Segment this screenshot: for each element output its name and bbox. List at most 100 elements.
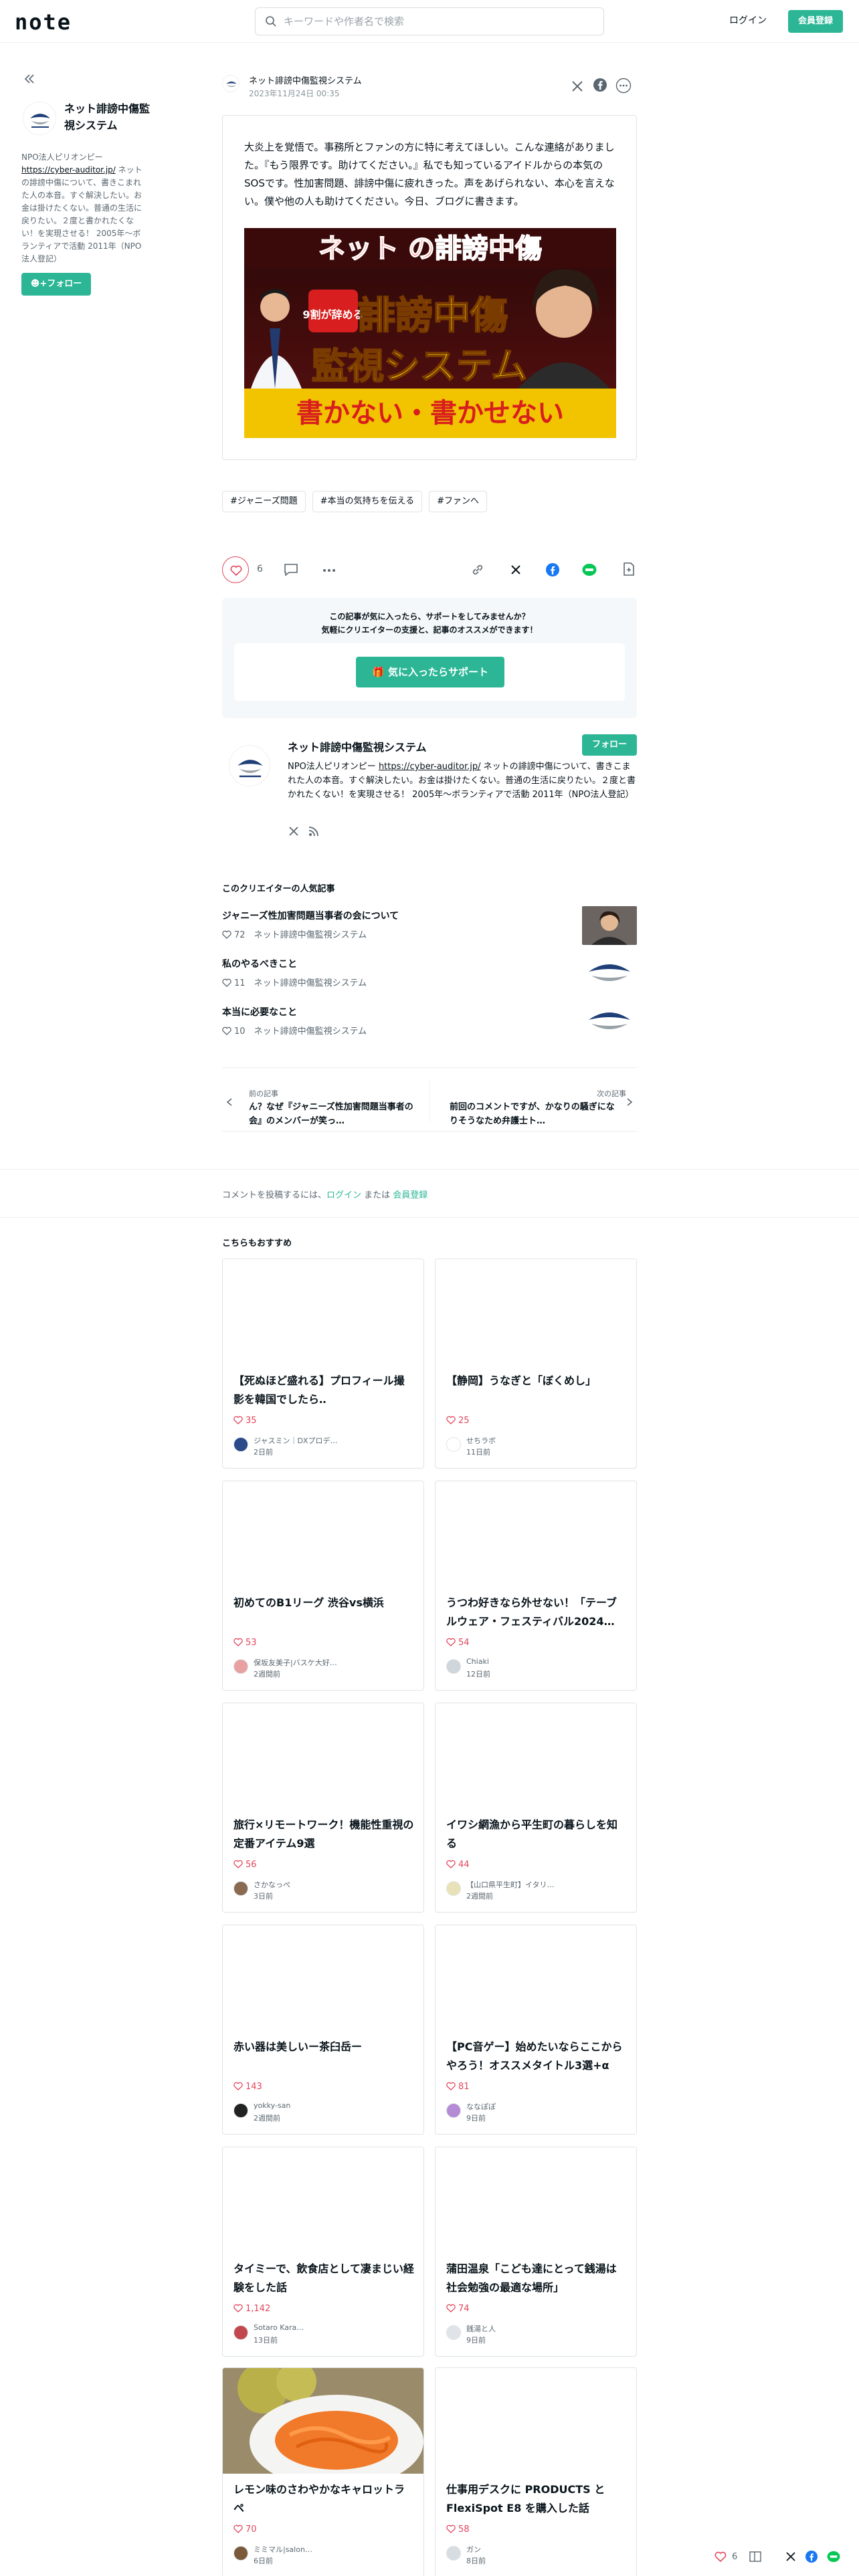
note-logo[interactable]: note (15, 9, 72, 35)
comment-icon[interactable] (284, 563, 298, 576)
like-button[interactable] (222, 556, 249, 583)
popular-item-title[interactable]: ジャニーズ性加害問題当事者の会について (222, 909, 399, 922)
card-title[interactable]: レモン味のさわやかなキャロットラペ (233, 2480, 414, 2518)
popular-item-thumbnail[interactable] (582, 1002, 637, 1041)
card-author[interactable]: さかなっぺ (254, 1879, 290, 1890)
card-image[interactable] (436, 2368, 636, 2474)
facebook-share-icon[interactable] (805, 2551, 818, 2563)
comment-login-link[interactable]: ログイン (326, 1190, 361, 1200)
follow-button[interactable]: ☻+フォロー (21, 273, 91, 296)
x-share-icon[interactable] (570, 79, 585, 94)
recommend-card[interactable]: 【PC音ゲー】始めたいならここからやろう！オススメタイトル3選+α 81 ななぽぽ 9… (435, 1925, 637, 2135)
card-author[interactable]: yokky-san (254, 2101, 290, 2110)
more-dots-icon[interactable] (322, 568, 336, 572)
card-title[interactable]: 仕事用デスクに PRODUCTS と FlexiSpot E8 を購入した話 (446, 2480, 627, 2518)
popular-item-title[interactable]: 本当に必要なこと (222, 1005, 297, 1018)
author-avatar[interactable] (222, 75, 240, 92)
creator-name[interactable]: ネット誹謗中傷監視システム (64, 100, 158, 134)
card-title[interactable]: イワシ網漁から平生町の暮らしを知る (446, 1816, 627, 1853)
next-article-link[interactable]: 前回のコメントですが、かなりの騒ぎになりそうなため弁護士ト… (450, 1100, 615, 1128)
article-author[interactable]: ネット誹謗中傷監視システム (249, 74, 362, 86)
recommend-card[interactable]: レモン味のさわやかなキャロットラペ 70 ミミマル|salon… 6日前 (222, 2367, 424, 2576)
recommend-card[interactable]: 蒲田温泉「こども達にとって銭湯は社会勉強の最適な場所」 74 銭湯と人 9日前 (435, 2147, 637, 2357)
card-author-avatar[interactable] (233, 1881, 248, 1896)
card-title[interactable]: 【死ぬほど盛れる】プロフィール撮影を韓国でしたら‥ (233, 1372, 414, 1409)
card-title[interactable]: 旅行×リモートワーク！機能性重視の定番アイテム9選 (233, 1816, 414, 1853)
card-image[interactable] (223, 1481, 423, 1587)
recommend-card[interactable]: イワシ網漁から平生町の暮らしを知る 44 【山口県平生町】イタリ… 2週間前 (435, 1703, 637, 1913)
recommend-card[interactable]: うつわ好きなら外せない！「テーブルウェア・フェスティバル2024… 54 Chiak… (435, 1481, 637, 1691)
card-author-avatar[interactable] (446, 2546, 461, 2561)
popular-item[interactable]: 本当に必要なこと 10 ネット誹謗中傷監視システム (222, 1002, 637, 1051)
tag-chip[interactable]: #ジャニーズ問題 (222, 491, 306, 512)
card-author[interactable]: Chiaki (466, 1657, 489, 1666)
x-share-icon[interactable] (785, 2551, 796, 2562)
popular-item-title[interactable]: 私のやるべきこと (222, 957, 297, 970)
creator-card-avatar[interactable] (229, 745, 270, 786)
card-image[interactable] (223, 1925, 423, 2031)
card-author-avatar[interactable] (446, 2103, 461, 2118)
creator-avatar[interactable] (23, 102, 56, 135)
card-author[interactable]: 銭湯と人 (466, 2323, 496, 2334)
card-author[interactable]: ガン (466, 2544, 481, 2555)
creator-card-follow-button[interactable]: フォロー (582, 734, 637, 756)
bio-link[interactable]: https://cyber-auditor.jp/ (21, 165, 116, 175)
heart-icon[interactable] (714, 2551, 727, 2562)
line-share-icon[interactable] (582, 563, 597, 576)
facebook-share-icon[interactable] (546, 563, 559, 576)
recommend-card[interactable]: 仕事用デスクに PRODUCTS と FlexiSpot E8 を購入した話 58… (435, 2367, 637, 2576)
card-author-avatar[interactable] (233, 1659, 248, 1674)
recommend-card[interactable]: 赤い器は美しいー茶臼岳ー 143 yokky-san 2週間前 (222, 1925, 424, 2135)
card-author[interactable]: ななぽぽ (466, 2101, 496, 2112)
card-image[interactable] (436, 1703, 636, 1809)
card-title[interactable]: 初めてのB1リーグ 渋谷vs横浜 (233, 1594, 414, 1612)
chevron-right-icon[interactable] (626, 1097, 633, 1107)
card-title[interactable]: タイミーで、飲食店として凄まじい経験をした話 (233, 2260, 414, 2297)
table-of-contents-icon[interactable] (749, 2551, 761, 2562)
card-image[interactable] (436, 1481, 636, 1587)
chevron-left-icon[interactable] (226, 1097, 233, 1107)
x-share-icon[interactable] (510, 564, 522, 576)
card-author-avatar[interactable] (233, 1437, 248, 1452)
card-author-avatar[interactable] (446, 1659, 461, 1674)
card-author[interactable]: 【山口県平生町】イタリ… (466, 1879, 555, 1890)
card-title[interactable]: うつわ好きなら外せない！「テーブルウェア・フェスティバル2024… (446, 1594, 627, 1631)
cc-bio-link[interactable]: https://cyber-auditor.jp/ (379, 762, 481, 772)
card-title[interactable]: 【静岡】うなぎと「ぼくめし」 (446, 1372, 627, 1390)
recommend-card[interactable]: 初めてのB1リーグ 渋谷vs横浜 53 保坂友美子|バスケ大好… 2週間前 (222, 1481, 424, 1691)
card-author[interactable]: せちラボ (466, 1435, 496, 1446)
card-author[interactable]: ジャスミン｜DXプロデ… (254, 1435, 337, 1446)
recommend-card[interactable]: 【死ぬほど盛れる】プロフィール撮影を韓国でしたら‥ 35 ジャスミン｜DXプロデ… 2… (222, 1259, 424, 1469)
card-author-avatar[interactable] (233, 2103, 248, 2118)
popular-item[interactable]: ジャニーズ性加害問題当事者の会について 72 ネット誹謗中傷監視システム (222, 906, 637, 954)
login-link[interactable]: ログイン (729, 13, 767, 27)
rss-icon[interactable] (308, 825, 320, 837)
recommend-card[interactable]: 【静岡】うなぎと「ぼくめし」 25 せちラボ 11日前 (435, 1259, 637, 1469)
card-author-avatar[interactable] (233, 2546, 248, 2561)
tag-chip[interactable]: #ファンへ (429, 491, 488, 512)
card-image[interactable] (223, 2368, 423, 2474)
card-author[interactable]: Sotaro Kara… (254, 2323, 304, 2332)
tag-chip[interactable]: #本当の気持ちを伝える (312, 491, 423, 512)
bookmark-icon[interactable] (622, 562, 636, 576)
like-count[interactable]: 6 (257, 564, 263, 574)
card-author[interactable]: ミミマル|salon… (254, 2544, 312, 2555)
facebook-share-icon[interactable] (593, 78, 607, 92)
card-image[interactable] (436, 2147, 636, 2253)
card-author-avatar[interactable] (446, 1881, 461, 1896)
x-profile-icon[interactable] (288, 825, 300, 837)
card-image[interactable] (223, 1703, 423, 1809)
search-input[interactable] (284, 13, 591, 29)
card-title[interactable]: 【PC音ゲー】始めたいならここからやろう！オススメタイトル3選+α (446, 2038, 627, 2075)
recommend-card[interactable]: 旅行×リモートワーク！機能性重視の定番アイテム9選 56 さかなっぺ 3日前 (222, 1703, 424, 1913)
card-author-avatar[interactable] (446, 1437, 461, 1452)
card-title[interactable]: 赤い器は美しいー茶臼岳ー (233, 2038, 414, 2056)
embedded-post[interactable]: 大炎上を覚悟で。事務所とファンの方に特に考えてほしい。こんな連絡がありました。『… (222, 115, 637, 460)
popular-item-thumbnail[interactable] (582, 954, 637, 993)
support-button[interactable]: 🎁 気に入ったらサポート (356, 657, 504, 687)
card-author-avatar[interactable] (233, 2325, 248, 2340)
collapse-sidebar-icon[interactable] (23, 72, 36, 86)
more-options-icon[interactable] (615, 78, 632, 94)
line-share-icon[interactable] (827, 2551, 840, 2563)
register-button[interactable]: 会員登録 (788, 10, 843, 33)
